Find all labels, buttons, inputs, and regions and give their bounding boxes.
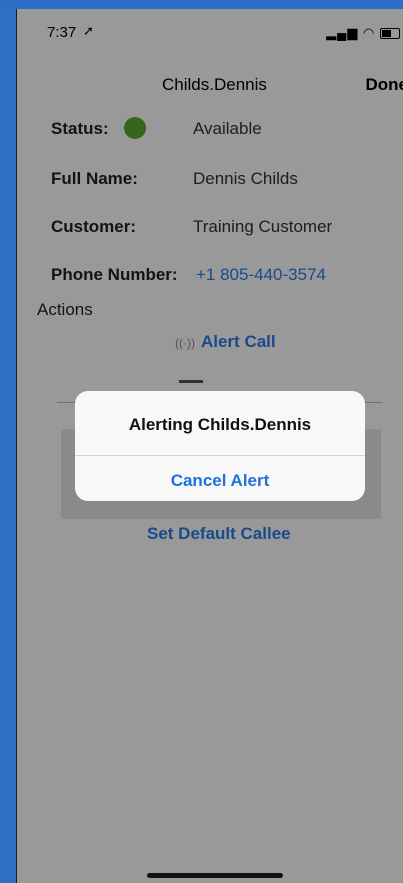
alert-dialog-divider xyxy=(75,455,365,456)
home-indicator[interactable] xyxy=(147,873,283,878)
alert-dialog: Alerting Childs.Dennis Cancel Alert xyxy=(75,391,365,501)
cancel-alert-button[interactable]: Cancel Alert xyxy=(75,471,365,491)
alert-dialog-title: Alerting Childs.Dennis xyxy=(128,415,312,434)
phone-screen: 7:37 ➚ ▂▄▆ ◠ Childs.Dennis Done Status: … xyxy=(16,9,403,883)
window-frame xyxy=(0,0,403,8)
